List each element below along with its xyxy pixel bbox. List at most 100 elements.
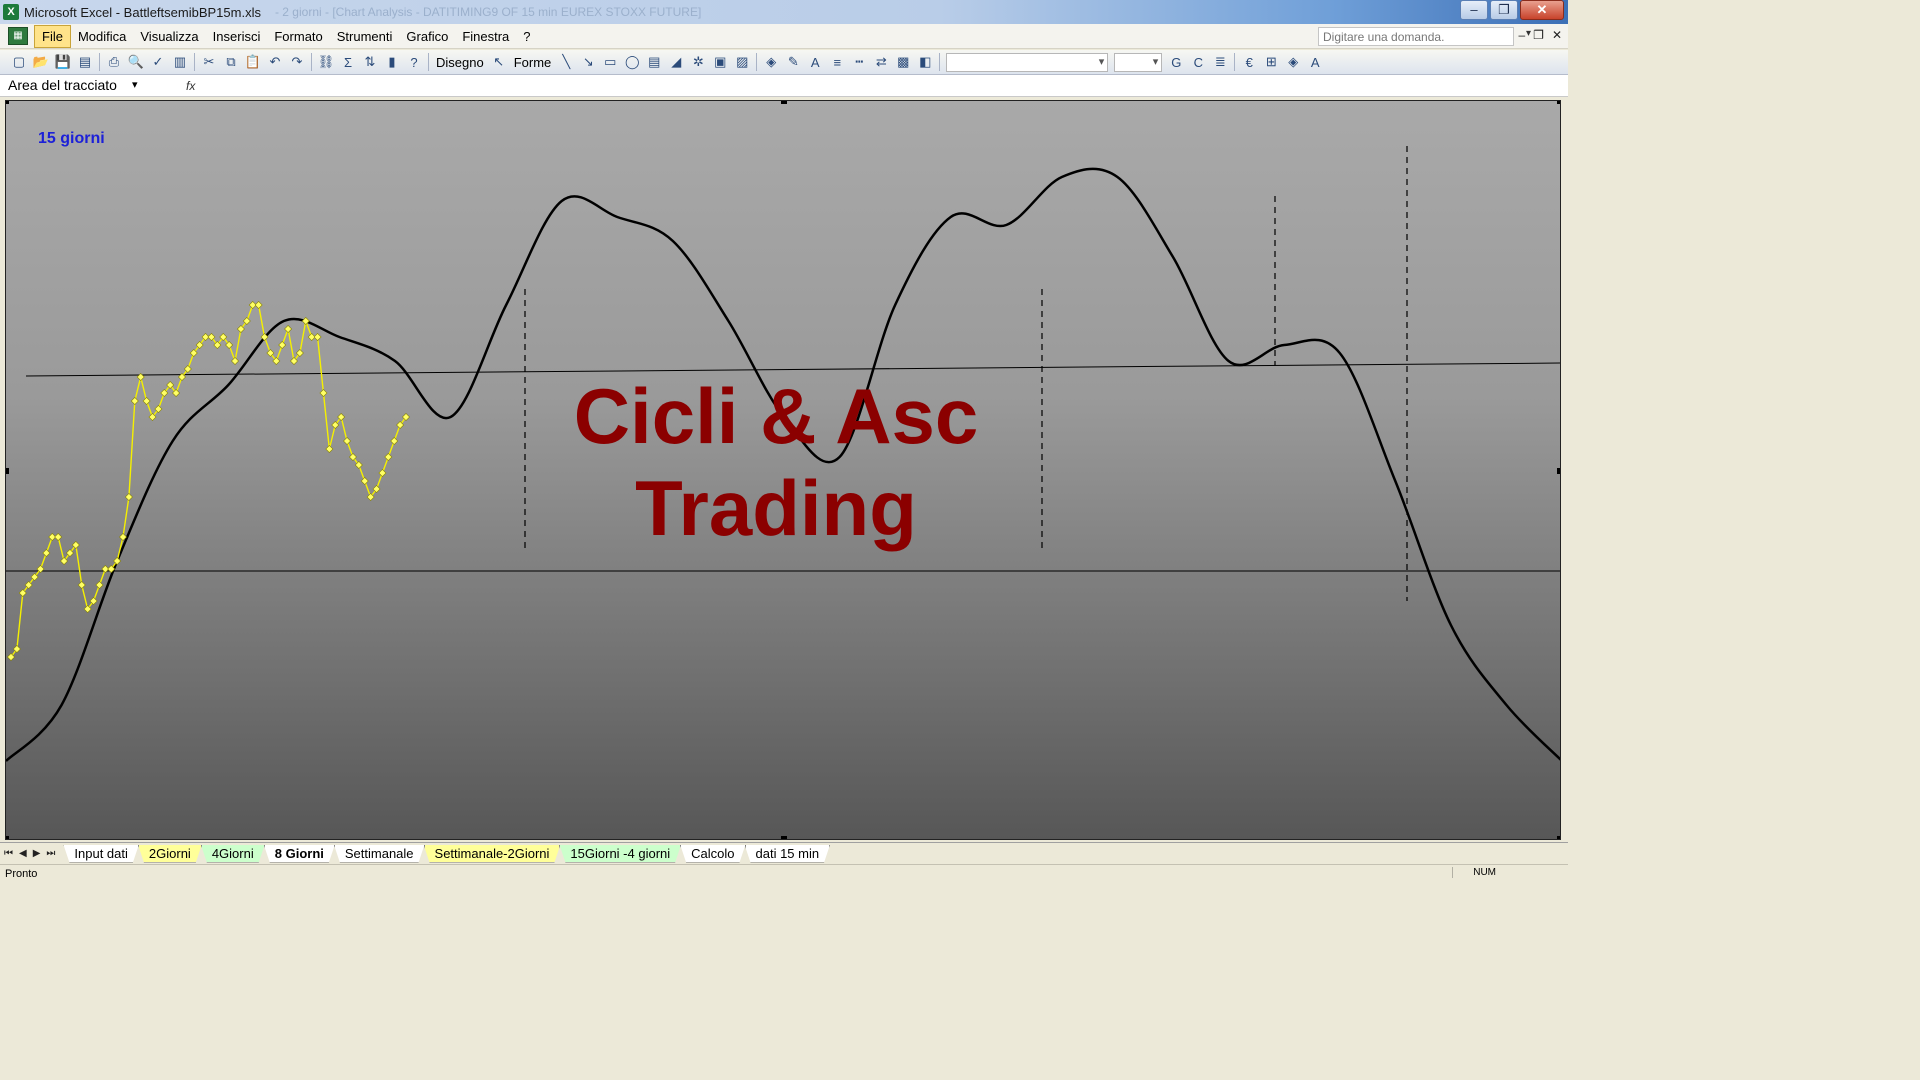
resize-handle[interactable]	[1557, 468, 1560, 474]
sort-icon[interactable]: ⇅	[359, 52, 381, 72]
chart-plot-area[interactable]: 15 giorni Cicli & Asc Trading	[5, 100, 1561, 840]
price-point-marker	[42, 549, 51, 557]
font-color-icon[interactable]: A	[804, 52, 826, 72]
menu-visualizza[interactable]: Visualizza	[133, 26, 205, 47]
name-box[interactable]: Area del tracciato ▾	[6, 77, 146, 95]
print-preview-icon[interactable]: 🔍	[125, 52, 147, 72]
ask-question-input[interactable]: Digitare una domanda. ▾	[1318, 27, 1531, 46]
resize-handle[interactable]	[781, 836, 787, 839]
sheet-navigation: ⏮ ◀ ▶ ⏭	[4, 848, 55, 859]
research-icon[interactable]: ▥	[169, 52, 191, 72]
sheet-tab-8-giorni[interactable]: 8 Giorni	[264, 845, 335, 863]
doc-close-button[interactable]: ✕	[1552, 28, 1562, 42]
prev-sheet-icon[interactable]: ◀	[19, 848, 27, 859]
fill-color-icon-2[interactable]: ◈	[1282, 52, 1304, 72]
dash-style-icon[interactable]: ┅	[848, 52, 870, 72]
resize-handle[interactable]	[1557, 836, 1560, 839]
drawing-menu[interactable]: Disegno	[432, 55, 488, 70]
sheet-tab-15giorni-4giorni[interactable]: 15Giorni -4 giorni	[559, 845, 681, 863]
toolbar: ▢ 📂 💾 ▤ ⎙ 🔍 ✓ ▥ ✂ ⧉ 📋 ↶ ↷ ⛓ Σ ⇅ ▮ ? Dise…	[0, 50, 1568, 75]
sheet-tab-settimanale-2giorni[interactable]: Settimanale-2Giorni	[424, 845, 561, 863]
sheet-tab-input-dati[interactable]: Input dati	[63, 845, 139, 863]
resize-handle[interactable]	[781, 101, 787, 104]
sheet-tab-settimanale[interactable]: Settimanale	[334, 845, 425, 863]
autoshapes-menu[interactable]: Forme	[510, 55, 556, 70]
euro-icon[interactable]: €	[1238, 52, 1260, 72]
hyperlink-icon[interactable]: ⛓	[315, 52, 337, 72]
menu-finestra[interactable]: Finestra	[455, 26, 516, 47]
oval-icon[interactable]: ◯	[621, 52, 643, 72]
close-button[interactable]: ✕	[1520, 0, 1564, 20]
menu-help[interactable]: ?	[516, 26, 537, 47]
copy-icon[interactable]: ⧉	[220, 52, 242, 72]
permission-icon[interactable]: ▤	[74, 52, 96, 72]
function-icon[interactable]: fx	[186, 79, 195, 93]
doc-restore-button[interactable]: ❐	[1533, 28, 1544, 42]
next-sheet-icon[interactable]: ▶	[33, 848, 41, 859]
arrow-style-icon[interactable]: ⇄	[870, 52, 892, 72]
sheet-tab-2giorni[interactable]: 2Giorni	[138, 845, 202, 863]
wordart-icon[interactable]: ◢	[665, 52, 687, 72]
save-icon[interactable]: 💾	[52, 52, 74, 72]
font-color-icon-2[interactable]: A	[1304, 52, 1326, 72]
font-name-select[interactable]	[946, 52, 1109, 72]
minimize-button[interactable]: –	[1460, 0, 1488, 20]
arrow-icon[interactable]: ↘	[577, 52, 599, 72]
workbook-icon[interactable]: ▦	[8, 27, 28, 45]
shadow-icon[interactable]: ▩	[892, 52, 914, 72]
textbox-icon[interactable]: ▤	[643, 52, 665, 72]
picture-icon[interactable]: ▨	[731, 52, 753, 72]
diagram-icon[interactable]: ✲	[687, 52, 709, 72]
restore-button[interactable]: ❐	[1490, 0, 1518, 20]
menu-strumenti[interactable]: Strumenti	[330, 26, 400, 47]
rectangle-icon[interactable]: ▭	[599, 52, 621, 72]
price-point-marker	[284, 325, 293, 333]
sheet-tab-calcolo[interactable]: Calcolo	[680, 845, 745, 863]
undo-icon[interactable]: ↶	[264, 52, 286, 72]
document-window-controls: – ❐ ✕	[1518, 28, 1562, 42]
help-icon[interactable]: ?	[403, 52, 425, 72]
first-sheet-icon[interactable]: ⏮	[4, 848, 13, 859]
borders-icon[interactable]: ⊞	[1260, 52, 1282, 72]
fill-color-icon[interactable]: ◈	[760, 52, 782, 72]
line-style-icon[interactable]: ≡	[826, 52, 848, 72]
window-title: Microsoft Excel - BattleftsemibBP15m.xls	[24, 4, 261, 20]
menu-inserisci[interactable]: Inserisci	[206, 26, 268, 47]
menu-modifica[interactable]: Modifica	[71, 26, 133, 47]
cut-icon[interactable]: ✂	[198, 52, 220, 72]
print-icon[interactable]: ⎙	[103, 52, 125, 72]
resize-handle[interactable]	[6, 836, 9, 839]
open-icon[interactable]: 📂	[30, 52, 52, 72]
chart-wizard-icon[interactable]: ▮	[381, 52, 403, 72]
price-point-marker	[343, 437, 352, 445]
price-point-marker	[384, 453, 393, 461]
resize-handle[interactable]	[6, 468, 9, 474]
resize-handle[interactable]	[6, 101, 9, 104]
sheet-tab-dati-15-min[interactable]: dati 15 min	[745, 845, 831, 863]
autosum-icon[interactable]: Σ	[337, 52, 359, 72]
clipart-icon[interactable]: ▣	[709, 52, 731, 72]
title-bar: X Microsoft Excel - BattleftsemibBP15m.x…	[0, 0, 1568, 24]
select-objects-icon[interactable]: ↖	[488, 52, 510, 72]
align-icon[interactable]: ≣	[1209, 52, 1231, 72]
menu-bar: ▦ File Modifica Visualizza Inserisci For…	[0, 24, 1568, 49]
line-icon[interactable]: ╲	[555, 52, 577, 72]
spelling-icon[interactable]: ✓	[147, 52, 169, 72]
resize-handle[interactable]	[1557, 101, 1560, 104]
redo-icon[interactable]: ↷	[286, 52, 308, 72]
last-sheet-icon[interactable]: ⏭	[46, 848, 55, 859]
italic-icon[interactable]: C	[1187, 52, 1209, 72]
menu-formato[interactable]: Formato	[267, 26, 329, 47]
menu-grafico[interactable]: Grafico	[399, 26, 455, 47]
line-color-icon[interactable]: ✎	[782, 52, 804, 72]
3d-icon[interactable]: ◧	[914, 52, 936, 72]
paste-icon[interactable]: 📋	[242, 52, 264, 72]
name-box-dropdown-icon[interactable]: ▾	[132, 78, 138, 91]
doc-minimize-button[interactable]: –	[1518, 28, 1525, 42]
bold-icon[interactable]: G	[1165, 52, 1187, 72]
watermark-line-2: Trading	[635, 464, 917, 552]
menu-file[interactable]: File	[34, 24, 71, 48]
new-icon[interactable]: ▢	[8, 52, 30, 72]
sheet-tab-4giorni[interactable]: 4Giorni	[201, 845, 265, 863]
font-size-select[interactable]	[1114, 52, 1163, 72]
